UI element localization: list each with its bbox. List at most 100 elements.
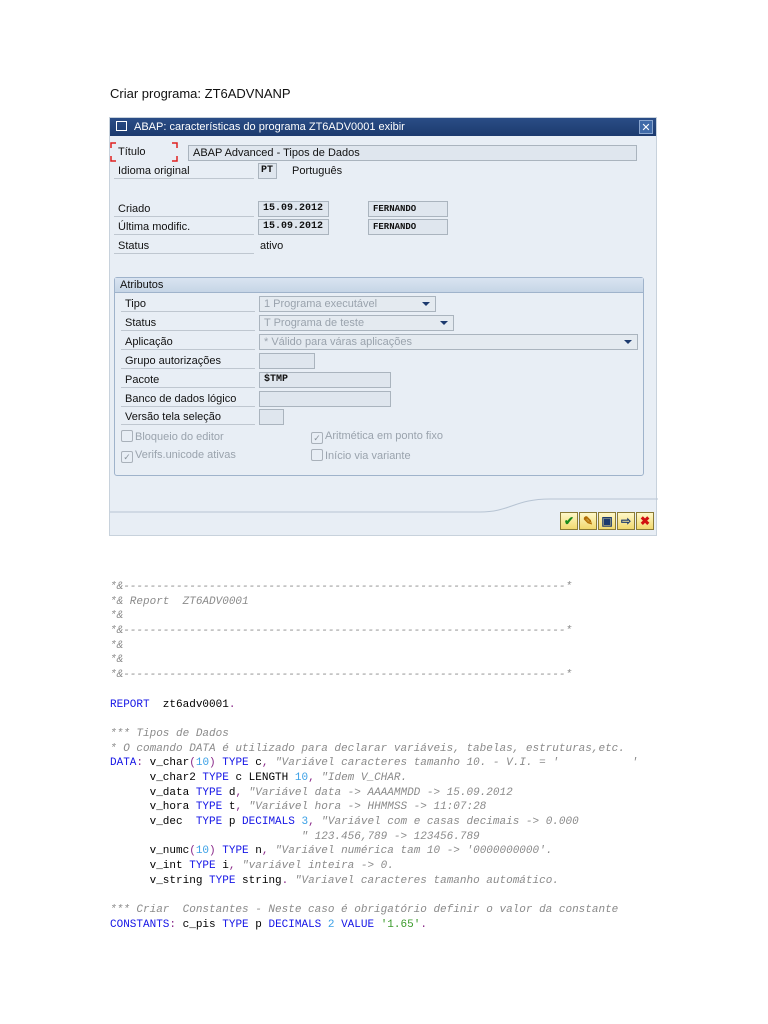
code-token: * O comando DATA é utilizado para declar… xyxy=(110,742,625,755)
transfer-button[interactable]: ⇨ xyxy=(617,512,635,530)
criado-label: Criado xyxy=(114,202,254,217)
page-heading: Criar programa: ZT6ADVNANP xyxy=(110,86,291,101)
checkmark-icon: ✓ xyxy=(311,432,323,444)
code-line: v_dec TYPE p DECIMALS 3, "Variável com e… xyxy=(110,815,638,830)
display-button[interactable]: ▣ xyxy=(598,512,616,530)
aplicacao-label: Aplicação xyxy=(121,335,255,350)
versao-label: Versão tela seleção xyxy=(121,410,255,425)
code-token: *&--------------------------------------… xyxy=(110,669,573,682)
tipo-dropdown[interactable]: 1 Programa executável xyxy=(259,296,436,312)
code-token: DECIMALS xyxy=(242,816,295,828)
code-token: n xyxy=(248,845,262,858)
code-token: v_char2 xyxy=(110,771,196,784)
code-token: , xyxy=(308,771,315,784)
code-token: d xyxy=(222,786,236,799)
check-button[interactable]: ✔ xyxy=(560,512,578,530)
code-line: *& xyxy=(110,653,638,668)
status-label: Status xyxy=(114,239,254,254)
code-token: ( xyxy=(189,845,196,858)
code-token: TYPE xyxy=(189,786,223,799)
code-token: "Variável hora -> HHMMSS -> 11:07:28 xyxy=(242,801,487,814)
code-line: CONSTANTS: c_pis TYPE p DECIMALS 2 VALUE… xyxy=(110,918,638,933)
code-token: *& xyxy=(110,610,124,623)
checkmark-icon: ✓ xyxy=(121,451,133,463)
code-token: TYPE xyxy=(202,874,236,887)
code-token: *&--------------------------------------… xyxy=(110,581,573,593)
checkbox-unicode[interactable]: ✓ Verifs.unicode ativas xyxy=(121,449,236,463)
modif-date-field[interactable]: 15.09.2012 xyxy=(258,219,329,235)
checkbox-box xyxy=(311,449,323,461)
code-token: TYPE xyxy=(182,860,216,873)
code-token: c LENGTH xyxy=(228,771,295,784)
code-token: 2 xyxy=(321,918,335,931)
code-token: TYPE xyxy=(195,816,223,828)
checkbox-label: Bloqueio do editor xyxy=(135,431,224,443)
code-line: *& xyxy=(110,639,638,654)
code-token: zt6adv0001 xyxy=(149,698,229,711)
pacote-field[interactable]: $TMP xyxy=(259,372,391,388)
code-token: 10 xyxy=(195,757,210,770)
idioma-label: Idioma original xyxy=(114,164,254,179)
status-dropdown[interactable]: T Programa de teste xyxy=(259,315,454,331)
checkbox-label: Aritmética em ponto fixo xyxy=(325,430,443,442)
banco-label: Banco de dados lógico xyxy=(121,392,255,407)
tipo-label: Tipo xyxy=(121,297,255,312)
code-token: v_string xyxy=(110,874,203,887)
checkbox-inicio[interactable]: Início via variante xyxy=(311,449,411,462)
code-token: *** Criar Constantes - Neste caso é obri… xyxy=(110,904,619,917)
code-token: t xyxy=(222,801,236,814)
code-line: DATA: v_char(10) TYPE c, "Variável carac… xyxy=(110,756,638,771)
modif-user-field[interactable]: FERNANDO xyxy=(368,219,448,235)
code-token: " 123.456,789 -> 123456.789 xyxy=(110,830,480,843)
criado-user-field[interactable]: FERNANDO xyxy=(368,201,448,217)
code-token: string xyxy=(235,874,282,887)
checkbox-label: Verifs.unicode ativas xyxy=(135,449,236,461)
code-token: p xyxy=(222,816,243,828)
code-token: VALUE xyxy=(334,918,375,931)
code-token: '1.65' xyxy=(374,918,421,931)
checkbox-aritmetica[interactable]: ✓ Aritmética em ponto fixo xyxy=(311,430,443,444)
code-line: *&--------------------------------------… xyxy=(110,624,638,639)
criado-date-field[interactable]: 15.09.2012 xyxy=(258,201,329,217)
checkbox-bloqueio[interactable]: Bloqueio do editor xyxy=(121,430,224,443)
code-token: v_data xyxy=(110,786,190,799)
close-icon[interactable]: ✕ xyxy=(639,120,653,134)
grupo-field[interactable] xyxy=(259,353,315,369)
titulo-field[interactable]: ABAP Advanced - Tipos de Dados xyxy=(188,145,637,161)
code-token: REPORT xyxy=(110,698,150,711)
window-icon xyxy=(116,121,127,131)
code-token: TYPE xyxy=(215,757,249,770)
code-token: v_hora xyxy=(110,801,190,814)
code-token: v_int xyxy=(110,860,183,873)
code-token: v_dec xyxy=(110,816,196,828)
checkbox-box xyxy=(121,430,133,442)
attributes-title: Atributos xyxy=(115,278,643,293)
code-token: "Variável data -> AAAAMMDD -> 15.09.2012 xyxy=(242,786,513,799)
versao-field[interactable] xyxy=(259,409,284,425)
code-line: *& xyxy=(110,609,638,624)
titulo-label: Título xyxy=(118,146,146,158)
code-token: "Variável numérica tam 10 -> '0000000000… xyxy=(268,845,553,858)
code-line: *&--------------------------------------… xyxy=(110,668,638,683)
cancel-button[interactable]: ✖ xyxy=(636,512,654,530)
code-line: v_hora TYPE t, "Variável hora -> HHMMSS … xyxy=(110,800,638,815)
idioma-code-field[interactable]: PT xyxy=(258,163,277,179)
aplicacao-dropdown[interactable]: * Válido para váras aplicações xyxy=(259,334,638,350)
display-icon: ▣ xyxy=(601,514,613,528)
code-token: ) xyxy=(209,845,216,858)
code-line: *** Tipos de Dados xyxy=(110,727,638,742)
modif-label: Última modific. xyxy=(114,220,254,235)
code-token: ( xyxy=(189,757,196,770)
code-token: "Idem V_CHAR. xyxy=(314,771,408,784)
code-token: "Variavel caracteres tamanho automático. xyxy=(288,874,559,887)
code-token: TYPE xyxy=(189,801,223,814)
edit-button[interactable]: ✎ xyxy=(579,512,597,530)
code-line: v_numc(10) TYPE n, "Variável numérica ta… xyxy=(110,844,638,859)
code-line: v_int TYPE i, "variável inteira -> 0. xyxy=(110,859,638,874)
code-token: "Variável caracteres tamanho 10. - V.I. … xyxy=(268,757,639,770)
code-token: 10 xyxy=(195,845,210,858)
code-token: "Variável com e casas decimais -> 0.000 xyxy=(314,816,579,828)
code-token: *&--------------------------------------… xyxy=(110,625,573,638)
banco-field[interactable] xyxy=(259,391,391,407)
